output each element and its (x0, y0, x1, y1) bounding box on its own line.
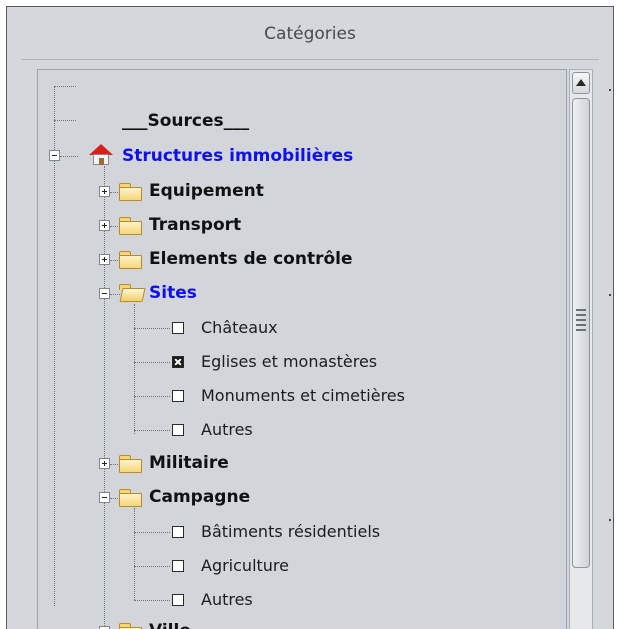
collapse-icon[interactable] (49, 150, 60, 161)
tree-guide-line (54, 86, 76, 87)
tree-item-sites[interactable]: Sites (149, 282, 197, 304)
tree-guide-line (134, 508, 135, 600)
tree-item-structures-immobilieres[interactable]: Structures immobilières (122, 145, 353, 167)
tree-item-autres-campagne[interactable]: Autres (201, 589, 253, 611)
house-icon (88, 144, 114, 166)
tree-guide-line (134, 600, 170, 601)
tree-guide-line (134, 304, 135, 434)
tree-item-transport[interactable]: Transport (149, 214, 241, 236)
tree-guide-line (134, 532, 170, 533)
edge-tick (609, 89, 611, 91)
expand-icon[interactable] (99, 458, 110, 469)
tree-guide-line (104, 166, 105, 629)
tree-item-agriculture[interactable]: Agriculture (201, 555, 289, 577)
checkbox-agriculture[interactable] (172, 560, 184, 572)
tree-guide-line (54, 86, 55, 606)
tree-item-autres-sites[interactable]: Autres (201, 419, 253, 441)
collapse-icon[interactable] (99, 288, 110, 299)
tree-item-equipement[interactable]: Equipement (149, 180, 264, 202)
tree-item-batiments-residentiels[interactable]: Bâtiments résidentiels (201, 521, 380, 543)
grip-icon (576, 314, 586, 316)
edge-tick (609, 294, 611, 296)
expand-icon[interactable] (99, 186, 110, 197)
grip-icon (576, 319, 586, 321)
checkbox-autres-sites[interactable] (172, 424, 184, 436)
scroll-thumb[interactable] (572, 98, 590, 568)
tree-item-eglises-monasteres[interactable]: Eglises et monastères (201, 351, 377, 373)
tree-item-ville[interactable]: Ville (149, 620, 191, 629)
expand-icon[interactable] (99, 254, 110, 265)
tree-guide-line (60, 156, 78, 157)
checkbox-monuments-cimetieres[interactable] (172, 390, 184, 402)
grip-icon (576, 324, 586, 326)
folder-icon (118, 488, 144, 508)
grip-icon (576, 329, 586, 331)
tree-guide-line (134, 566, 170, 567)
checkbox-autres-campagne[interactable] (172, 594, 184, 606)
title-separator (21, 59, 599, 60)
tree-guide-line (134, 396, 170, 397)
folder-icon (118, 454, 144, 474)
tree-guide-line (134, 430, 170, 431)
expand-icon[interactable] (99, 220, 110, 231)
category-tree[interactable]: ___Sources___ Structures immobilières Eq… (37, 69, 567, 629)
grip-icon (576, 309, 586, 311)
scroll-up-arrow-icon[interactable] (572, 72, 590, 94)
tree-item-monuments-cimetieres[interactable]: Monuments et cimetières (201, 385, 405, 407)
folder-icon (118, 182, 144, 202)
tree-item-campagne[interactable]: Campagne (149, 486, 250, 508)
splitter-edge (603, 69, 613, 629)
checkbox-eglises-monasteres[interactable] (172, 356, 184, 368)
tree-guide-line (54, 120, 76, 121)
folder-icon (118, 250, 144, 270)
collapse-icon[interactable] (99, 492, 110, 503)
vertical-scrollbar[interactable] (569, 69, 593, 629)
panel-title: Catégories (264, 24, 356, 44)
checkbox-batiments-residentiels[interactable] (172, 526, 184, 538)
sources-label: ___Sources___ (122, 111, 250, 131)
folder-open-icon (118, 283, 146, 303)
folder-icon (118, 622, 144, 629)
tree-item-militaire[interactable]: Militaire (149, 452, 229, 474)
tree-guide-line (134, 362, 170, 363)
checkbox-chateaux[interactable] (172, 322, 184, 334)
edge-tick (609, 519, 611, 521)
categories-panel: Catégories ___Sources___ Structures immo… (6, 6, 614, 629)
tree-guide-line (134, 328, 170, 329)
tree-item-elements-de-controle[interactable]: Elements de contrôle (149, 248, 353, 270)
tree-item-chateaux[interactable]: Châteaux (201, 317, 278, 339)
folder-icon (118, 216, 144, 236)
